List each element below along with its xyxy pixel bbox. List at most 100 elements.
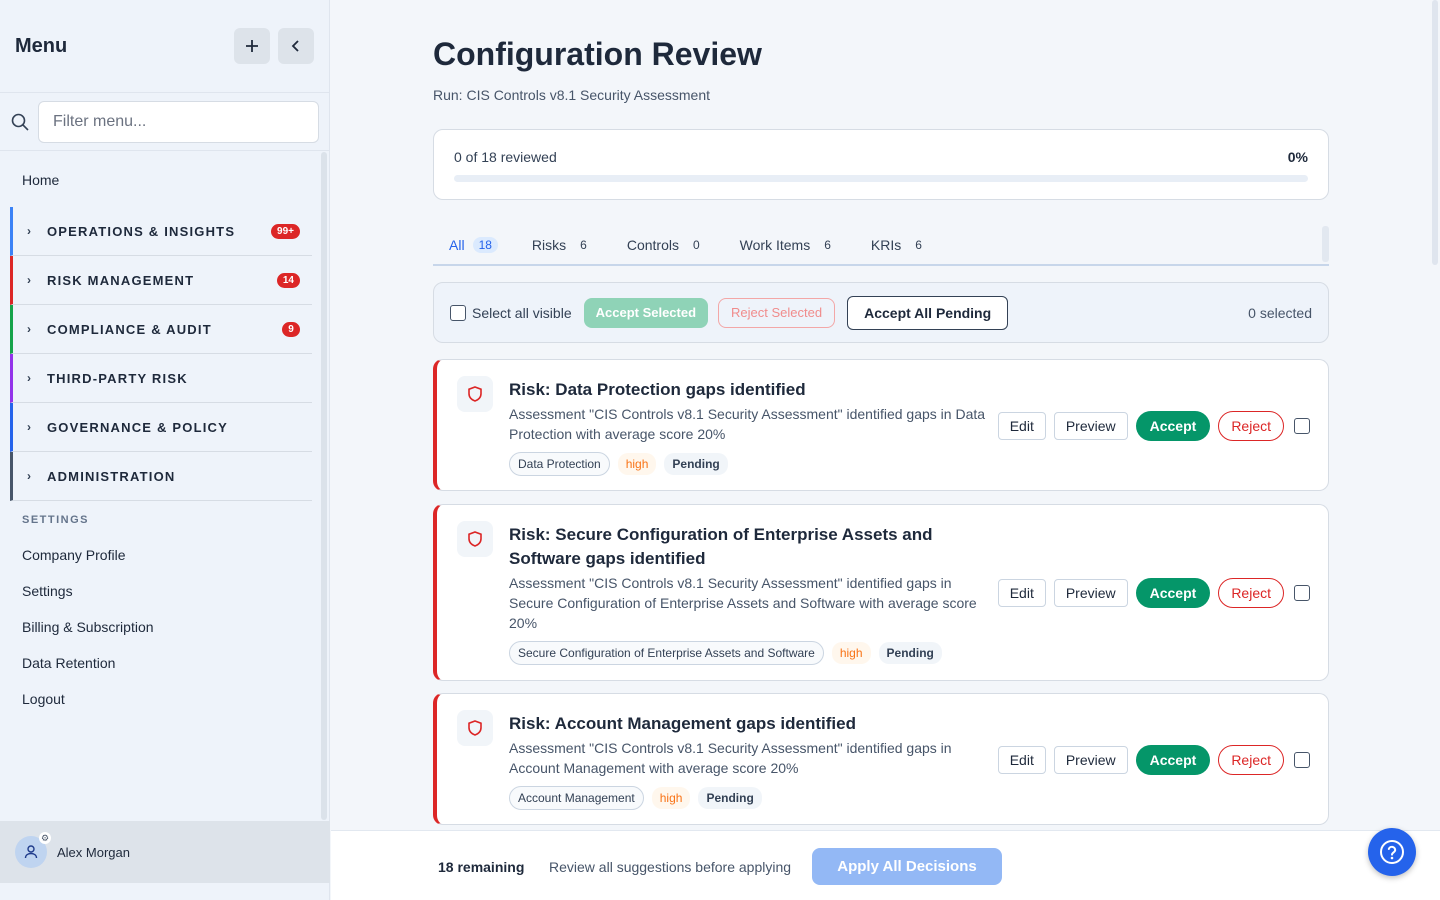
sidebar-group-governance-policy[interactable]: › GOVERNANCE & POLICY bbox=[10, 403, 312, 452]
bulk-actions-toolbar: Select all visible Accept Selected Rejec… bbox=[433, 282, 1329, 343]
reject-button[interactable]: Reject bbox=[1218, 745, 1284, 775]
area-tag: Account Management bbox=[509, 786, 644, 810]
severity-tag: high bbox=[617, 453, 657, 475]
suggestion-card: Risk: Secure Configuration of Enterprise… bbox=[433, 504, 1329, 681]
sidebar-header: Menu bbox=[0, 0, 329, 93]
sidebar-group-label: THIRD-PARTY RISK bbox=[47, 370, 188, 386]
page-scrollbar[interactable] bbox=[1432, 0, 1438, 265]
sidebar-item-logout[interactable]: Logout bbox=[0, 681, 322, 717]
reject-button[interactable]: Reject bbox=[1218, 578, 1284, 608]
tabs-scrollbar[interactable] bbox=[1322, 226, 1329, 262]
shield-icon bbox=[457, 710, 493, 746]
user-icon bbox=[24, 845, 38, 859]
apply-hint: Review all suggestions before applying bbox=[549, 859, 792, 875]
shield-icon bbox=[457, 376, 493, 412]
suggestion-actions: Edit Preview Accept Reject bbox=[997, 578, 1310, 608]
sidebar-group-label: RISK MANAGEMENT bbox=[47, 272, 195, 288]
suggestion-title: Risk: Data Protection gaps identified bbox=[509, 380, 806, 399]
suggestion-tags: Data Protection high Pending bbox=[509, 452, 728, 476]
apply-footer: 18 remaining Review all suggestions befo… bbox=[331, 830, 1440, 900]
severity-tag: high bbox=[831, 642, 871, 664]
count-badge: 14 bbox=[276, 272, 300, 288]
tab-risks[interactable]: Risks 6 bbox=[516, 226, 609, 264]
accept-button[interactable]: Accept bbox=[1135, 411, 1211, 441]
area-tag: Data Protection bbox=[509, 452, 610, 476]
settings-section-label: SETTINGS bbox=[22, 514, 90, 526]
filter-tabs: All 18 Risks 6 Controls 0 Work Items 6 KRIs 6 bbox=[433, 226, 1329, 266]
edit-button[interactable]: Edit bbox=[997, 579, 1046, 607]
sidebar-group-operations-insights[interactable]: › OPERATIONS & INSIGHTS 99+ bbox=[10, 207, 312, 256]
sidebar-nav: Home › OPERATIONS & INSIGHTS 99+ › RISK MANA… bbox=[0, 152, 322, 821]
tab-kris[interactable]: KRIs 6 bbox=[855, 226, 944, 264]
reject-button[interactable]: Reject bbox=[1218, 411, 1284, 441]
select-all-checkbox[interactable] bbox=[450, 304, 466, 321]
tab-count: 0 bbox=[692, 238, 700, 252]
sidebar-item-company-profile[interactable]: Company Profile bbox=[0, 537, 322, 573]
status-badge: Pending bbox=[698, 787, 762, 809]
progress-bar bbox=[454, 175, 1308, 182]
edit-button[interactable]: Edit bbox=[997, 746, 1046, 774]
sidebar-item-settings[interactable]: Settings bbox=[0, 573, 322, 609]
suggestion-card: Risk: Data Protection gaps identified As… bbox=[433, 359, 1329, 491]
progress-percent: 0% bbox=[1287, 149, 1308, 165]
edit-button[interactable]: Edit bbox=[997, 412, 1046, 440]
area-tag: Secure Configuration of Enterprise Asset… bbox=[509, 641, 824, 665]
preview-button[interactable]: Preview bbox=[1053, 412, 1128, 440]
tab-label: Work Items bbox=[739, 237, 811, 253]
sidebar-item-billing[interactable]: Billing & Subscription bbox=[0, 609, 322, 645]
tab-work-items[interactable]: Work Items 6 bbox=[724, 226, 853, 264]
user-profile[interactable]: ⚙ Alex Morgan bbox=[0, 821, 330, 883]
tab-label: Controls bbox=[626, 237, 679, 253]
chevron-right-icon: › bbox=[27, 224, 33, 238]
accept-button[interactable]: Accept bbox=[1135, 745, 1211, 775]
run-name: Run: CIS Controls v8.1 Security Assessme… bbox=[433, 87, 710, 103]
count-badge: 99+ bbox=[271, 223, 300, 239]
tab-count: 18 bbox=[472, 237, 498, 253]
sidebar-group-compliance-audit[interactable]: › COMPLIANCE & AUDIT 9 bbox=[10, 305, 312, 354]
status-badge: Pending bbox=[664, 453, 728, 475]
suggestion-actions: Edit Preview Accept Reject bbox=[997, 411, 1310, 441]
tab-count: 6 bbox=[915, 238, 922, 252]
add-button[interactable] bbox=[234, 28, 270, 64]
sidebar-title: Menu bbox=[15, 34, 68, 57]
tab-all[interactable]: All 18 bbox=[433, 226, 514, 264]
sidebar-group-third-party-risk[interactable]: › THIRD-PARTY RISK bbox=[10, 354, 312, 403]
help-button[interactable] bbox=[1368, 828, 1416, 876]
select-checkbox[interactable] bbox=[1294, 752, 1310, 768]
chevron-right-icon: › bbox=[27, 420, 33, 434]
select-checkbox[interactable] bbox=[1294, 418, 1310, 434]
tab-label: KRIs bbox=[870, 237, 902, 253]
remaining-count: 18 remaining bbox=[438, 859, 525, 875]
accept-all-pending-button[interactable]: Accept All Pending bbox=[847, 295, 1009, 330]
collapse-sidebar-button[interactable] bbox=[278, 28, 314, 64]
chevron-right-icon: › bbox=[27, 469, 33, 483]
tab-controls[interactable]: Controls 0 bbox=[611, 226, 722, 264]
select-all-label[interactable]: Select all visible bbox=[472, 305, 572, 321]
sidebar-item-data-retention[interactable]: Data Retention bbox=[0, 645, 322, 681]
main-content: Configuration Review Run: CIS Controls v… bbox=[331, 0, 1431, 830]
sidebar-group-risk-management[interactable]: › RISK MANAGEMENT 14 bbox=[10, 256, 312, 305]
filter-menu-input[interactable] bbox=[38, 100, 319, 143]
accept-selected-button[interactable]: Accept Selected bbox=[583, 297, 709, 328]
sidebar-item-home[interactable]: Home bbox=[0, 152, 322, 207]
chevron-left-icon bbox=[291, 40, 299, 52]
menu-filter bbox=[0, 93, 329, 151]
preview-button[interactable]: Preview bbox=[1053, 579, 1128, 607]
preview-button[interactable]: Preview bbox=[1053, 746, 1128, 774]
apply-all-decisions-button[interactable]: Apply All Decisions bbox=[812, 848, 1002, 885]
accept-button[interactable]: Accept bbox=[1135, 578, 1211, 608]
suggestion-tags: Account Management high Pending bbox=[509, 786, 762, 810]
tab-label: All bbox=[449, 237, 465, 253]
shield-icon bbox=[457, 521, 493, 557]
select-checkbox[interactable] bbox=[1294, 585, 1310, 601]
suggestion-card: Risk: Account Management gaps identified… bbox=[433, 693, 1329, 825]
avatar: ⚙ bbox=[15, 832, 51, 868]
sidebar-group-administration[interactable]: › ADMINISTRATION bbox=[10, 452, 312, 501]
sidebar-scrollbar[interactable] bbox=[321, 152, 327, 820]
sidebar-group-label: ADMINISTRATION bbox=[47, 468, 176, 484]
user-name: Alex Morgan bbox=[57, 844, 130, 860]
sidebar-group-label: OPERATIONS & INSIGHTS bbox=[47, 223, 236, 239]
reject-selected-button[interactable]: Reject Selected bbox=[718, 297, 836, 328]
count-badge: 9 bbox=[282, 321, 300, 337]
chevron-right-icon: › bbox=[27, 371, 33, 385]
